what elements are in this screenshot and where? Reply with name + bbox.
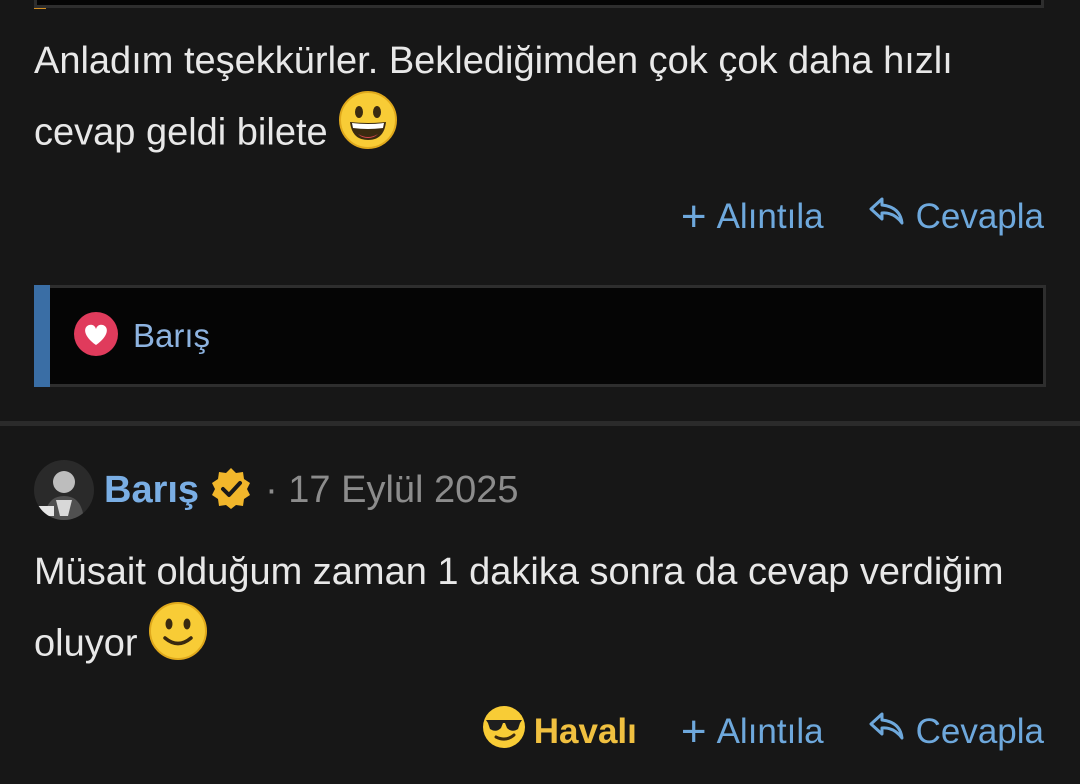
- post-2-body: Müsait olduğum zaman 1 dakika sonra da c…: [34, 539, 1034, 686]
- slightly-smiling-face-emoji-icon: [148, 601, 208, 682]
- reply-button[interactable]: Cevapla: [868, 195, 1044, 238]
- cool-reaction-button[interactable]: Havalı: [482, 705, 637, 758]
- sunglasses-face-icon: [482, 705, 526, 758]
- date-separator: ·: [265, 468, 278, 511]
- plus-icon: +: [680, 191, 707, 241]
- post-date[interactable]: · 17 Eylül 2025: [265, 469, 519, 512]
- reaction-user-name[interactable]: Barış: [133, 317, 210, 355]
- quote-label: Alıntıla: [716, 711, 824, 751]
- post-2-header: Barış · 17 Eylül 2025: [34, 458, 519, 522]
- cool-reaction-label: Havalı: [533, 711, 637, 751]
- reply-icon: [868, 710, 906, 753]
- reply-button[interactable]: Cevapla: [868, 710, 1044, 753]
- reply-label: Cevapla: [915, 711, 1044, 751]
- reactions-bar[interactable]: Barış: [34, 285, 1046, 387]
- post-divider: [0, 421, 1080, 426]
- reply-label: Cevapla: [915, 196, 1044, 236]
- quote-button[interactable]: + Alıntıla: [680, 191, 824, 241]
- author-name[interactable]: Barış: [104, 469, 199, 512]
- post-1-body: Anladım teşekkürler. Beklediğimden çok ç…: [34, 28, 1034, 175]
- grinning-face-emoji-icon: [338, 90, 398, 171]
- reply-icon: [868, 195, 906, 238]
- verified-badge-icon: [209, 466, 253, 515]
- post-1-text: Anladım teşekkürler. Beklediğimden çok ç…: [34, 40, 953, 154]
- plus-icon: +: [680, 706, 707, 756]
- heart-reaction-icon: [73, 311, 119, 362]
- date-text: 17 Eylül 2025: [288, 468, 519, 511]
- reactions-accent-bar: [34, 285, 50, 387]
- post-2-actions: Havalı + Alıntıla Cevapla: [482, 705, 1044, 758]
- quote-button[interactable]: + Alıntıla: [680, 706, 824, 756]
- post-1-actions: + Alıntıla Cevapla: [680, 191, 1044, 241]
- quote-box: [34, 0, 1044, 8]
- avatar[interactable]: [34, 460, 94, 520]
- quote-label: Alıntıla: [716, 196, 824, 236]
